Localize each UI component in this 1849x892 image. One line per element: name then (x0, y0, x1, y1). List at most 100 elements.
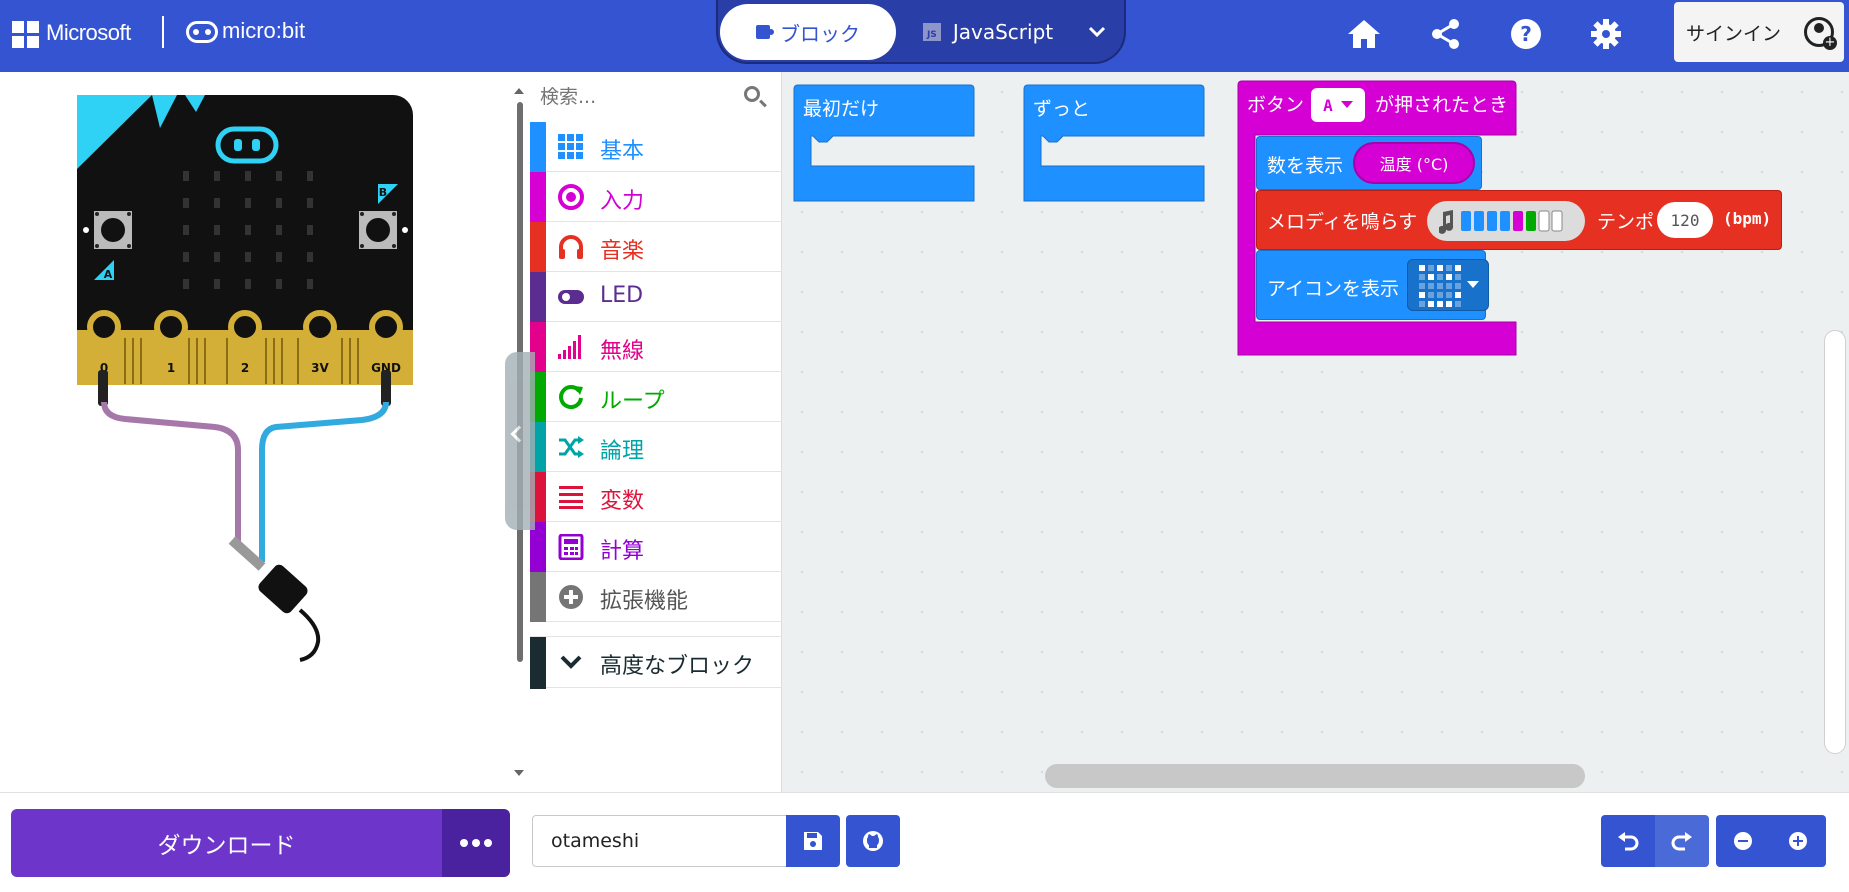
category-math[interactable]: 計算 (530, 522, 782, 572)
melody-editor[interactable] (1427, 201, 1585, 241)
icon-picker[interactable] (1407, 259, 1489, 311)
circle-dot-icon (558, 184, 584, 210)
signin-button[interactable]: サインイン (1674, 2, 1844, 62)
github-icon (863, 831, 883, 851)
on-start-block[interactable]: 最初だけ (793, 84, 975, 202)
forever-block[interactable]: ずっと (1023, 84, 1205, 202)
category-color-bar (530, 222, 546, 272)
search-icon[interactable] (744, 86, 760, 102)
microbit-simulator[interactable]: A B 0 1 2 3V GND (0, 72, 520, 792)
tempo-value: 120 (1670, 210, 1700, 230)
project-name-input[interactable] (532, 815, 786, 867)
zoom-out-button[interactable] (1716, 815, 1770, 867)
microbit-brand[interactable]: micro:bit (222, 18, 305, 44)
category-radio[interactable]: 無線 (530, 322, 782, 372)
tab-javascript[interactable]: JS JavaScript (904, 4, 1072, 60)
pin-label: 3V (311, 361, 329, 375)
signal-bars-icon (558, 335, 581, 359)
gear-icon (1591, 19, 1621, 49)
save-button[interactable] (786, 815, 840, 867)
show-number-block[interactable]: 数を表示 温度 (°C) (1256, 136, 1482, 190)
undo-button[interactable] (1601, 815, 1655, 867)
pin-0[interactable] (87, 310, 121, 344)
lines-icon (559, 486, 583, 509)
button-dropdown[interactable]: A (1311, 88, 1365, 122)
chevron-down-icon (1088, 26, 1106, 38)
floppy-disk-icon (804, 832, 822, 850)
download-options-button[interactable] (442, 809, 510, 877)
sim-button-b-label: B (379, 186, 387, 199)
show-icon-block[interactable]: アイコンを表示 (1256, 250, 1489, 320)
workspace-horizontal-scrollbar[interactable] (1045, 764, 1585, 788)
category-label: 入力 (600, 189, 645, 214)
plus-icon (1789, 832, 1807, 850)
category-basic[interactable]: 基本 (530, 122, 782, 172)
share-button[interactable] (1426, 14, 1466, 54)
tempo-label: テンポ (1597, 211, 1655, 233)
category-music[interactable]: 音楽 (530, 222, 782, 272)
headphone-cable (98, 370, 391, 662)
pin-3v[interactable] (303, 310, 337, 344)
toolbox-search (530, 72, 782, 122)
category-advanced[interactable]: 高度なブロック (530, 636, 782, 689)
workspace-vertical-scrollbar[interactable] (1824, 330, 1846, 754)
settings-button[interactable] (1586, 14, 1626, 54)
category-label: ループ (600, 389, 665, 414)
tab-blocks[interactable]: ブロック (720, 4, 896, 60)
puzzle-icon (756, 25, 774, 39)
shuffle-icon (559, 436, 584, 458)
svg-text:?: ? (1520, 22, 1532, 46)
blocks-workspace[interactable]: 最初だけ ずっと ボタン A が押されたとき 数を表示 温度 (°C) メロディ… (782, 72, 1849, 792)
pin-label: 1 (167, 361, 175, 375)
category-input[interactable]: 入力 (530, 172, 782, 222)
category-led[interactable]: LED (530, 272, 782, 322)
download-label: ダウンロード (157, 833, 296, 859)
help-button[interactable]: ? (1506, 14, 1546, 54)
on-start-label: 最初だけ (803, 98, 880, 120)
category-label: 計算 (600, 539, 645, 564)
collapse-simulator-button[interactable] (505, 352, 535, 530)
button-dropdown-value: A (1323, 95, 1333, 115)
category-label: 拡張機能 (600, 589, 689, 614)
pin-1[interactable] (154, 310, 188, 344)
redo-button[interactable] (1655, 815, 1709, 867)
category-label: 論理 (600, 439, 645, 464)
chevron-left-icon (510, 425, 528, 443)
grid-icon (558, 134, 583, 159)
scroll-up-icon (514, 88, 524, 94)
category-color-bar (530, 122, 546, 172)
caret-down-icon (1340, 101, 1353, 108)
category-extensions[interactable]: 拡張機能 (530, 572, 782, 622)
home-button[interactable] (1344, 14, 1384, 54)
editor-dropdown-button[interactable] (1072, 4, 1122, 60)
more-dots-icon (460, 839, 492, 847)
music-note-melody-icon (1439, 210, 1563, 234)
category-label: 高度なブロック (600, 654, 755, 679)
melody-label: メロディを鳴らす (1267, 211, 1418, 233)
pin-gnd[interactable] (369, 310, 403, 344)
user-add-icon (1804, 17, 1837, 50)
button-block-suffix: が押されたとき (1375, 94, 1509, 116)
loop-icon (559, 385, 583, 410)
github-button[interactable] (846, 815, 900, 867)
temperature-reporter[interactable]: 温度 (°C) (1353, 142, 1475, 184)
button-block-prefix: ボタン (1247, 94, 1305, 116)
category-label: 変数 (600, 489, 645, 514)
category-loops[interactable]: ループ (530, 372, 782, 422)
play-melody-block[interactable]: メロディを鳴らす テンポ 120 (bpm) (1256, 190, 1782, 250)
zoom-in-button[interactable] (1770, 815, 1826, 867)
tempo-input[interactable]: 120 (1657, 202, 1713, 238)
caret-down-icon (1467, 281, 1479, 288)
search-input[interactable] (538, 80, 738, 114)
bottom-toolbar: ダウンロード (0, 792, 1849, 892)
category-label: 無線 (600, 339, 645, 364)
microsoft-brand[interactable]: Microsoft (46, 20, 131, 46)
category-logic[interactable]: 論理 (530, 422, 782, 472)
category-color-bar (530, 272, 546, 322)
pin-2[interactable] (228, 310, 262, 344)
category-color-bar (530, 637, 546, 689)
category-variables[interactable]: 変数 (530, 472, 782, 522)
download-button[interactable]: ダウンロード (11, 809, 442, 877)
home-icon (1348, 20, 1380, 48)
microbit-logo-icon (186, 21, 218, 43)
